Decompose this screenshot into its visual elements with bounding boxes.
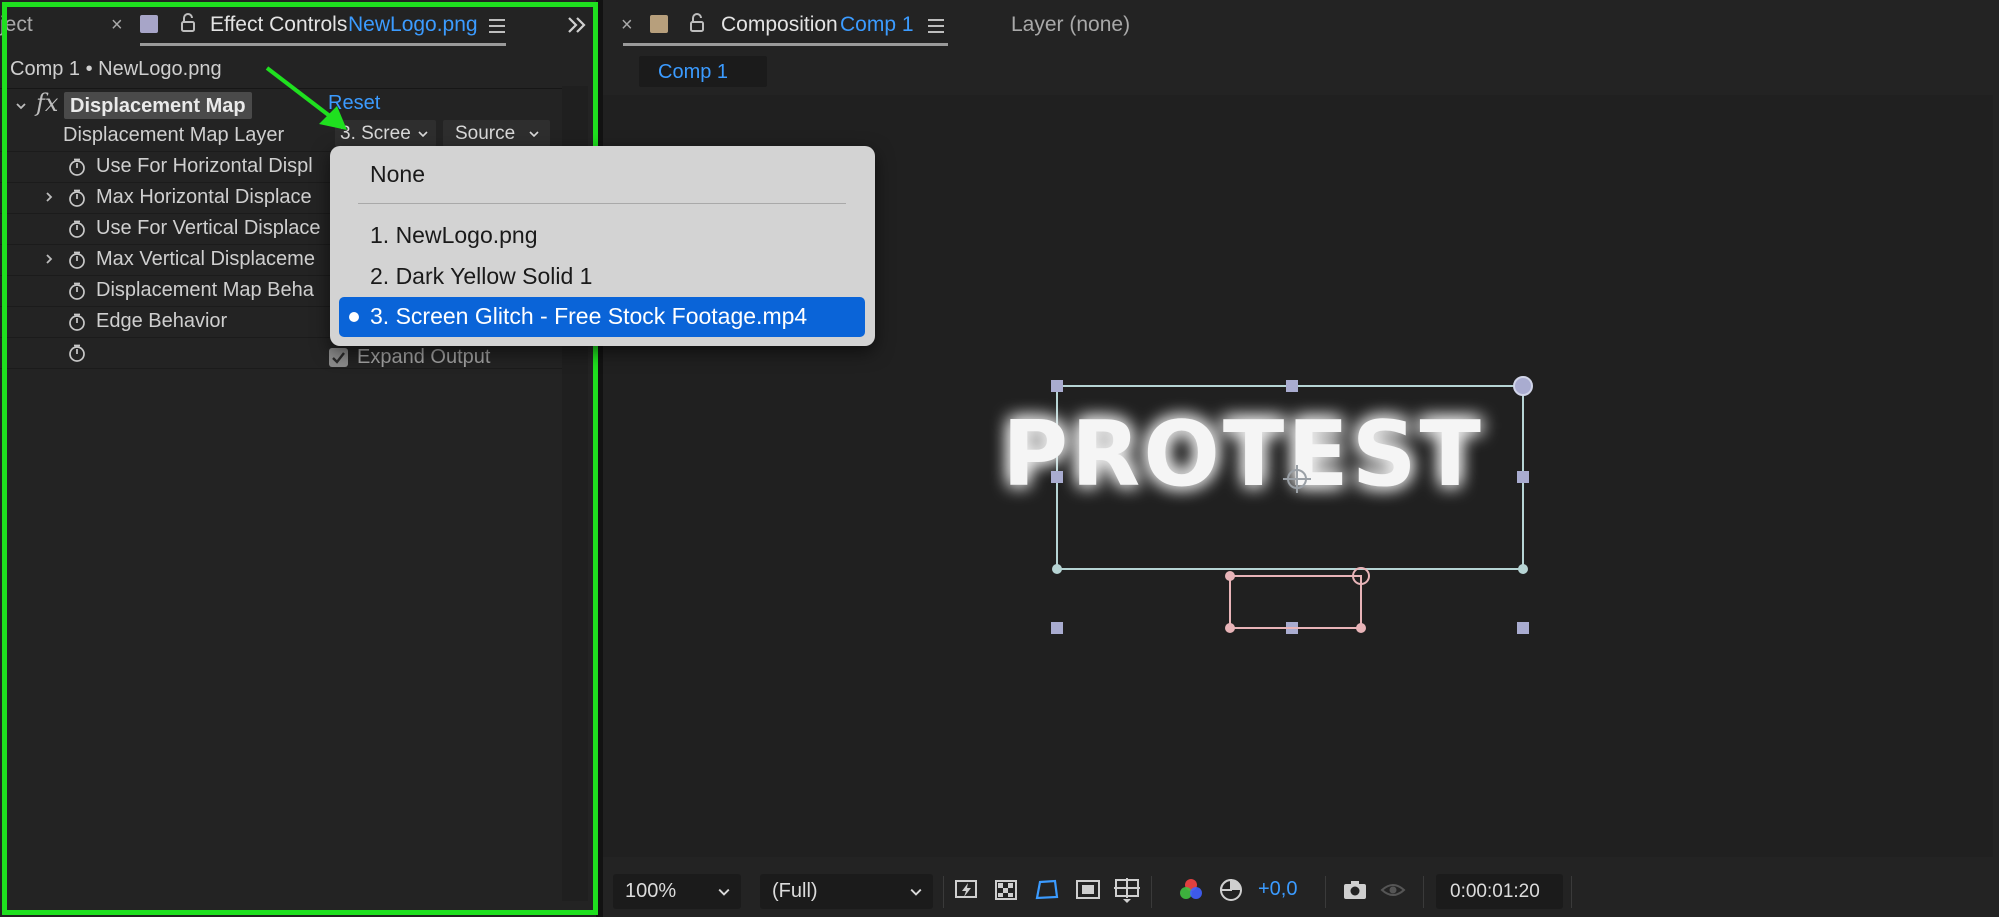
- checkmark-icon: [332, 352, 345, 364]
- effect-controls-tab-title[interactable]: Effect Controls: [210, 13, 347, 37]
- exposure-value[interactable]: +0,0: [1258, 878, 1297, 901]
- menu-separator: [358, 203, 846, 204]
- corner-handle[interactable]: [1052, 564, 1062, 574]
- viewer-toolbar: 100% (Full) +0,0 0:00:01:20: [603, 868, 1999, 917]
- current-time-display[interactable]: 0:00:01:20: [1436, 874, 1563, 909]
- project-tab-partial[interactable]: ject: [0, 13, 33, 37]
- chevron-down-icon: [529, 131, 539, 137]
- effect-name: Displacement Map: [70, 95, 246, 117]
- source-dropdown[interactable]: Source: [443, 120, 550, 147]
- property-label: Use For Vertical Displace: [96, 217, 321, 239]
- color-channels-icon[interactable]: [1177, 876, 1205, 904]
- region-of-interest-icon[interactable]: [1074, 876, 1102, 904]
- layer-tab[interactable]: Layer (none): [1011, 13, 1130, 37]
- property-label: Max Horizontal Displace: [96, 186, 312, 208]
- annotation-arrow-icon: [265, 66, 347, 130]
- chevron-down-icon: [418, 131, 428, 137]
- menu-item-none[interactable]: None: [370, 161, 425, 188]
- left-tab-bar: ject × Effect Controls NewLogo.png: [0, 0, 596, 50]
- logo-text: PROTEST: [1002, 402, 1484, 507]
- menu-item-label: 3. Screen Glitch - Free Stock Footage.mp…: [370, 303, 808, 329]
- composition-panel: × Composition Comp 1 Layer (none) Comp 1…: [603, 0, 1999, 917]
- expand-output-checkbox[interactable]: [329, 348, 348, 367]
- active-tab-underline: [623, 43, 948, 46]
- toolbar-separator: [1423, 876, 1424, 908]
- stopwatch-icon[interactable]: [68, 158, 86, 176]
- secondary-layer-box[interactable]: [1229, 575, 1362, 629]
- stopwatch-icon[interactable]: [68, 344, 86, 362]
- active-tab-underline: [140, 43, 506, 46]
- layer-popup-menu: None 1. NewLogo.png 2. Dark Yellow Solid…: [330, 146, 875, 346]
- property-label: Displacement Map Beha: [96, 279, 314, 301]
- corner-handle[interactable]: [1513, 376, 1533, 396]
- panel-menu-icon[interactable]: [928, 19, 944, 33]
- effect-controls-tab-layer[interactable]: NewLogo.png: [348, 13, 478, 37]
- fx-icon[interactable]: fx: [36, 89, 58, 117]
- toolbar-separator: [943, 876, 944, 908]
- property-label: Edge Behavior: [96, 310, 228, 332]
- close-icon[interactable]: ×: [621, 14, 633, 37]
- menu-item-screen-glitch[interactable]: 3. Screen Glitch - Free Stock Footage.mp…: [339, 297, 865, 337]
- corner-handle[interactable]: [1518, 564, 1528, 574]
- comp-label-swatch-icon: [650, 15, 668, 33]
- panel-overflow-chevrons-icon[interactable]: [567, 16, 587, 34]
- layer-label-swatch-icon: [140, 15, 158, 33]
- chevron-down-icon: [718, 888, 730, 896]
- panel-menu-icon[interactable]: [489, 19, 505, 33]
- twirl-down-icon[interactable]: [16, 101, 26, 111]
- reset-exposure-icon[interactable]: [1217, 876, 1245, 904]
- camera-icon[interactable]: [1341, 876, 1369, 904]
- twirl-right-icon[interactable]: [44, 192, 54, 202]
- toolbar-separator: [1571, 876, 1572, 908]
- toolbar-separator: [1151, 876, 1152, 908]
- stopwatch-icon[interactable]: [68, 282, 86, 300]
- magnification-dropdown[interactable]: 100%: [613, 874, 741, 909]
- effect-controls-panel: ject × Effect Controls NewLogo.png Comp …: [0, 0, 596, 917]
- stopwatch-icon[interactable]: [68, 251, 86, 269]
- composition-tab-title[interactable]: Composition: [721, 13, 838, 37]
- toolbar-separator: [1325, 876, 1326, 908]
- stopwatch-icon[interactable]: [68, 220, 86, 238]
- composition-tab-bar: × Composition Comp 1 Layer (none): [603, 0, 1999, 50]
- lock-icon[interactable]: [180, 13, 196, 33]
- menu-item-dark-yellow-solid[interactable]: 2. Dark Yellow Solid 1: [370, 263, 592, 290]
- effect-name-box[interactable]: Displacement Map: [64, 92, 252, 119]
- comp-layer-path: Comp 1 • NewLogo.png: [10, 58, 222, 80]
- grid-guides-icon[interactable]: [1113, 876, 1141, 904]
- transparency-grid-icon[interactable]: [993, 876, 1021, 904]
- comp-navigator-tab[interactable]: Comp 1: [639, 56, 767, 87]
- lock-icon[interactable]: [689, 13, 705, 33]
- menu-item-newlogo[interactable]: 1. NewLogo.png: [370, 222, 538, 249]
- property-label: Max Vertical Displaceme: [96, 248, 315, 270]
- panel-divider[interactable]: [596, 0, 603, 917]
- resolution-dropdown[interactable]: (Full): [760, 874, 933, 909]
- show-snapshot-icon[interactable]: [1379, 876, 1407, 904]
- close-icon[interactable]: ×: [111, 14, 123, 37]
- stopwatch-icon[interactable]: [68, 313, 86, 331]
- mask-visibility-icon[interactable]: [1033, 876, 1061, 904]
- stopwatch-icon[interactable]: [68, 189, 86, 207]
- selected-dot-icon: [349, 312, 359, 322]
- chevron-down-icon: [910, 888, 922, 896]
- property-label: Use For Horizontal Displ: [96, 155, 313, 177]
- expand-output-label: Expand Output: [357, 346, 491, 368]
- twirl-right-icon[interactable]: [44, 254, 54, 264]
- composition-tab-comp[interactable]: Comp 1: [840, 13, 914, 37]
- fast-previews-icon[interactable]: [953, 876, 981, 904]
